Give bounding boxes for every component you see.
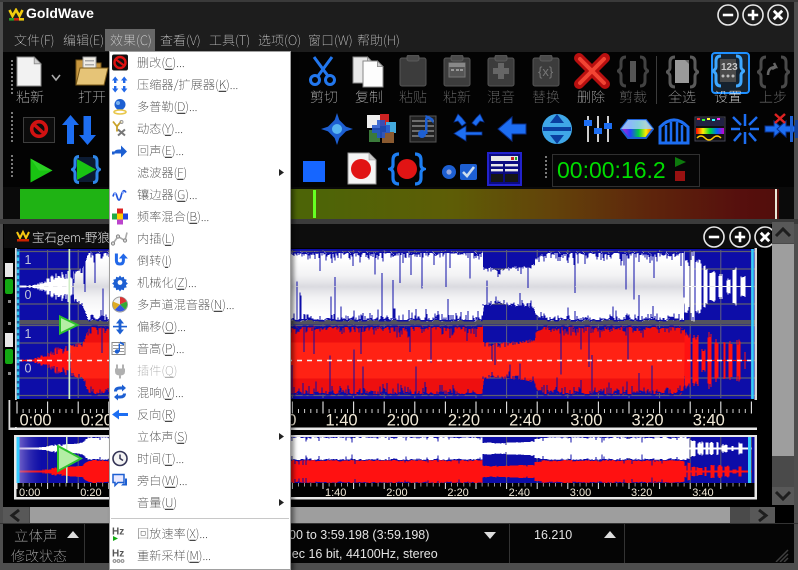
svg-text:Hz: Hz [112, 549, 124, 560]
svg-text:Hz: Hz [112, 527, 124, 538]
